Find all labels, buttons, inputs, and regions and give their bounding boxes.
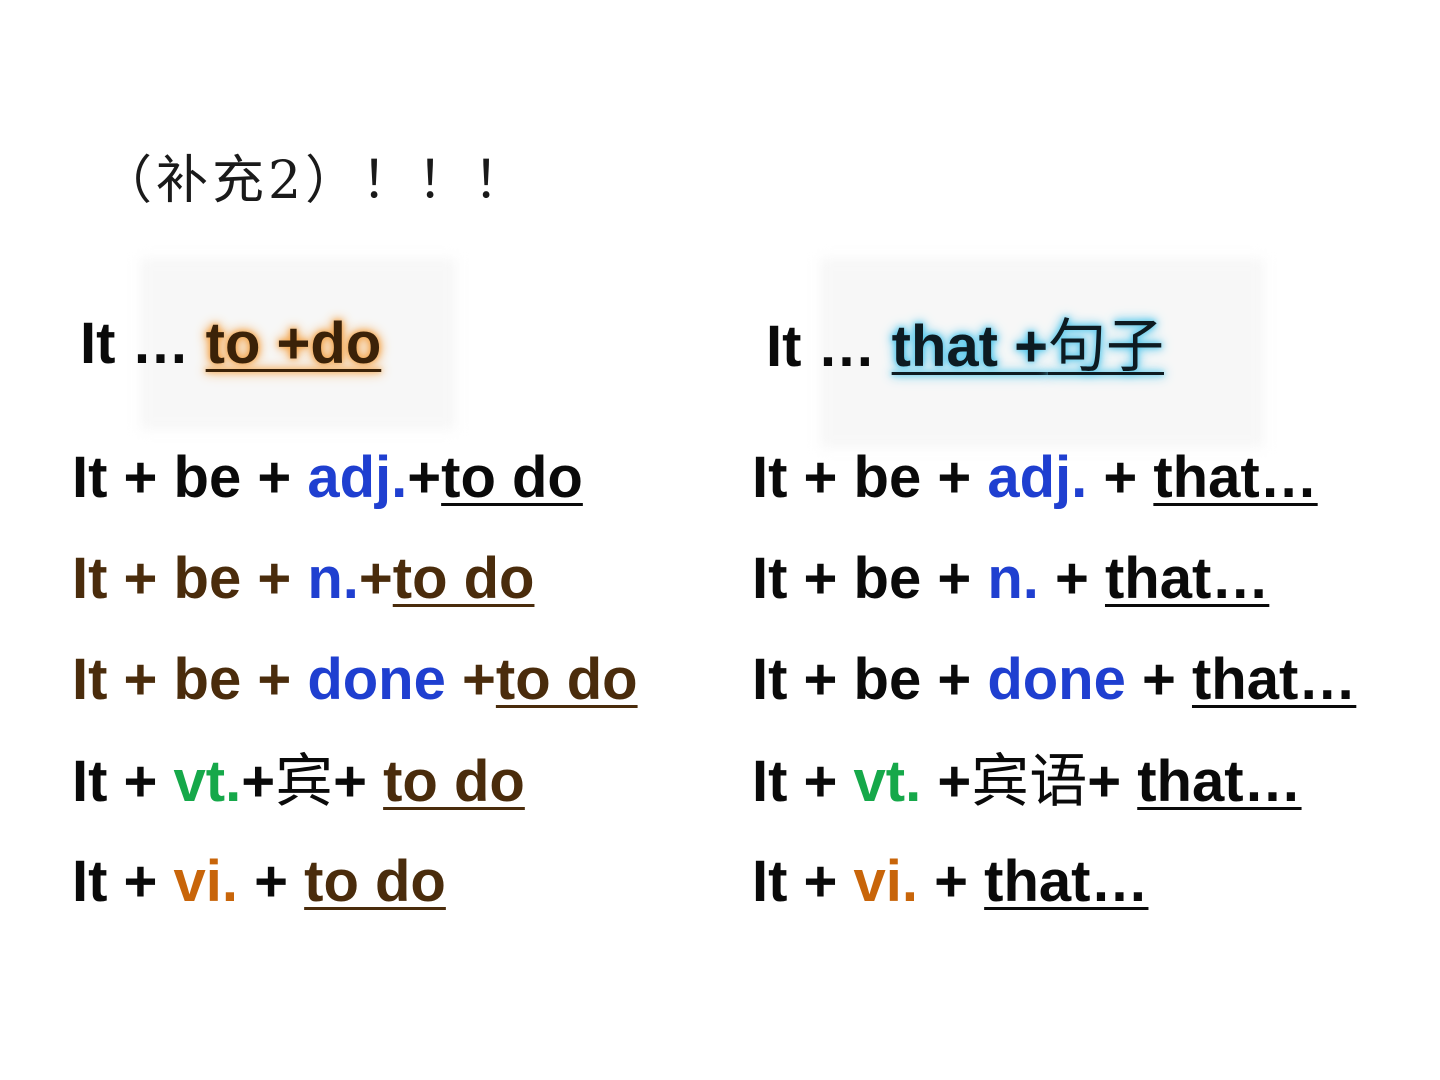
part-of-speech-vi: vi. <box>853 849 919 914</box>
row-connector-2: + <box>333 749 384 814</box>
row-start: It + <box>752 849 854 914</box>
left-heading-keyword: to +do <box>205 311 382 376</box>
row-ending: to do <box>441 445 583 510</box>
row-connector: + <box>241 749 276 814</box>
row-connector-2: + <box>1087 749 1138 814</box>
row-ending: that… <box>984 849 1149 914</box>
right-heading-prefix: It … <box>766 314 892 379</box>
row-ending: to do <box>392 546 535 611</box>
right-row-3: It + be + done + that… <box>752 648 1356 712</box>
row-start: It + be + <box>752 445 988 510</box>
row-ending: that… <box>1153 445 1318 510</box>
right-row-2: It + be + n. + that… <box>752 547 1269 611</box>
row-ending: to do <box>495 647 638 712</box>
row-connector: + <box>921 749 972 814</box>
part-of-speech-done: done <box>307 647 446 712</box>
object-label: 宾 <box>275 747 334 815</box>
part-of-speech-adj: adj. <box>307 445 408 510</box>
row-connector: + <box>1125 647 1192 712</box>
row-start: It + <box>72 849 174 914</box>
part-of-speech-done: done <box>987 647 1126 712</box>
right-row-4: It + vt. +宾语+ that… <box>752 749 1302 814</box>
row-start: It + <box>752 749 854 814</box>
left-heading-prefix: It … <box>80 311 206 376</box>
right-heading-keyword: that +句子 <box>892 314 1164 379</box>
left-row-4: It + vt.+宾+ to do <box>72 749 525 814</box>
row-ending: that… <box>1191 647 1357 712</box>
part-of-speech-noun: n. <box>987 546 1039 611</box>
part-of-speech-vt: vt. <box>173 749 242 814</box>
left-row-3: It + be + done +to do <box>72 648 638 712</box>
right-row-5: It + vi. + that… <box>752 850 1148 914</box>
slide-title: （补充2）！！！ <box>100 151 530 211</box>
part-of-speech-vt: vt. <box>853 749 922 814</box>
right-heading-keyword-latin: that + <box>891 314 1048 379</box>
row-start: It + be + <box>752 546 988 611</box>
right-heading: It … that +句子 <box>766 314 1164 379</box>
row-connector: + <box>918 849 985 914</box>
object-label: 宾语 <box>971 747 1088 815</box>
slide: （补充2）！！！ It … to +do It + be + adj.+to d… <box>0 0 1440 1080</box>
row-start: It + <box>72 749 174 814</box>
row-start: It + be + <box>72 546 308 611</box>
row-ending: that… <box>1137 749 1302 814</box>
row-connector: + <box>1038 546 1105 611</box>
left-row-5: It + vi. + to do <box>72 850 446 914</box>
row-start: It + be + <box>72 445 308 510</box>
row-connector: + <box>445 647 496 712</box>
part-of-speech-noun: n. <box>307 546 359 611</box>
left-row-1: It + be + adj.+to do <box>72 446 583 510</box>
row-ending: that… <box>1104 546 1270 611</box>
left-row-2: It + be + n.+to do <box>72 547 534 611</box>
row-connector: + <box>238 849 305 914</box>
part-of-speech-adj: adj. <box>987 445 1088 510</box>
row-connector: + <box>1087 445 1154 510</box>
row-ending: to do <box>383 749 525 814</box>
left-heading: It … to +do <box>80 312 381 376</box>
row-start: It + be + <box>752 647 988 712</box>
row-ending: to do <box>304 849 446 914</box>
row-connector: + <box>358 546 393 611</box>
right-row-1: It + be + adj. + that… <box>752 446 1318 510</box>
right-heading-keyword-cjk: 句子 <box>1047 312 1164 380</box>
part-of-speech-vi: vi. <box>173 849 239 914</box>
row-connector: + <box>407 445 442 510</box>
row-start: It + be + <box>72 647 308 712</box>
